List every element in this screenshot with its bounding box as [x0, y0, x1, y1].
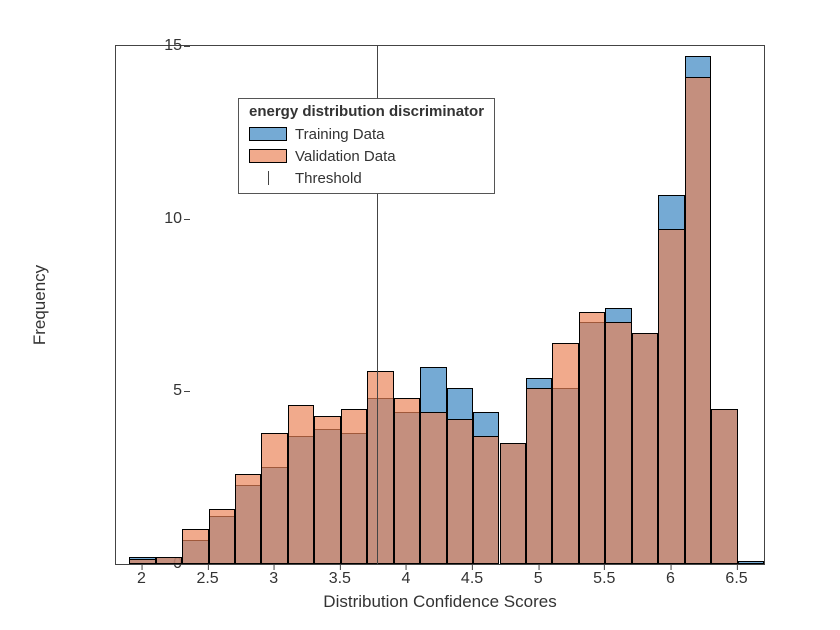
x-tick: 5.5 [593, 570, 615, 588]
bar-validation [473, 436, 499, 564]
bar-validation [447, 419, 473, 564]
bar-validation [156, 557, 182, 564]
legend-label: Training Data [295, 124, 385, 145]
x-tick: 5 [534, 570, 543, 588]
bar-validation [526, 388, 552, 564]
bar-validation [235, 474, 261, 564]
bar-validation [261, 433, 287, 564]
y-tick: 15 [122, 37, 182, 55]
legend: energy distribution discriminator Traini… [238, 98, 495, 194]
y-tick: 10 [122, 210, 182, 228]
legend-swatch-validation [249, 149, 287, 163]
legend-entry-validation: Validation Data [249, 145, 484, 167]
bar-validation [685, 77, 711, 564]
legend-swatch-training [249, 127, 287, 141]
x-tick: 4.5 [461, 570, 483, 588]
x-tick: 3 [269, 570, 278, 588]
x-tick: 4 [401, 570, 410, 588]
bar-validation [658, 229, 684, 564]
x-tick: 6.5 [725, 570, 747, 588]
bar-validation [314, 416, 340, 564]
figure: Frequency Distribution Confidence Scores… [0, 0, 840, 630]
legend-label: Threshold [295, 168, 362, 189]
y-axis-label: Frequency [30, 265, 50, 345]
bar-validation [711, 409, 737, 564]
x-axis-label: Distribution Confidence Scores [323, 592, 556, 612]
bar-validation [288, 405, 314, 564]
bar-validation [209, 509, 235, 564]
bar-validation [367, 371, 393, 564]
x-tick: 2.5 [196, 570, 218, 588]
bar-training [738, 561, 764, 564]
axes: energy distribution discriminator Traini… [115, 45, 765, 565]
x-tick: 3.5 [329, 570, 351, 588]
legend-entry-threshold: Threshold [249, 167, 484, 189]
x-tick: 2 [137, 570, 146, 588]
legend-label: Validation Data [295, 146, 396, 167]
x-tick: 6 [666, 570, 675, 588]
bar-validation [579, 312, 605, 564]
bar-validation [552, 343, 578, 564]
bar-validation [605, 322, 631, 564]
legend-title: energy distribution discriminator [249, 101, 484, 122]
bar-validation [341, 409, 367, 564]
bar-validation [420, 412, 446, 564]
legend-line-threshold [249, 171, 287, 185]
bar-validation [500, 443, 526, 564]
y-tick: 5 [122, 382, 182, 400]
bar-validation [129, 559, 155, 564]
bar-validation [394, 398, 420, 564]
legend-entry-training: Training Data [249, 123, 484, 145]
bar-validation [632, 333, 658, 564]
bar-validation [182, 529, 208, 564]
